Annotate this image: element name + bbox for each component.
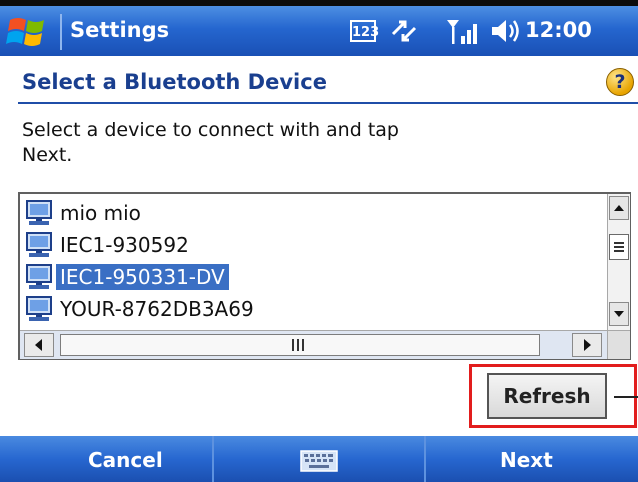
connectivity-icon[interactable]: [387, 16, 421, 50]
device-list-items: mio mio IEC1-930592 IEC1-950331-DV YOUR-…: [20, 194, 607, 330]
title-bar: Settings 123 12:00: [0, 6, 638, 56]
scroll-down-button[interactable]: [609, 302, 629, 326]
signal-strength-icon[interactable]: [445, 16, 481, 52]
softkey-separator: [424, 436, 426, 482]
device-list-item-selected[interactable]: IEC1-950331-DV: [24, 262, 229, 292]
device-name: mio mio: [60, 201, 141, 225]
computer-icon: [26, 264, 52, 289]
softkey-separator: [212, 436, 214, 482]
speaker-icon[interactable]: [490, 16, 522, 50]
device-list-item[interactable]: mio mio: [24, 198, 145, 228]
vertical-scroll-thumb[interactable]: [609, 234, 629, 260]
scrollbar-corner: [607, 330, 630, 359]
refresh-button[interactable]: Refresh: [487, 373, 607, 419]
scroll-right-button[interactable]: [572, 333, 602, 357]
next-softkey[interactable]: Next: [500, 448, 553, 472]
device-name: IEC1-950331-DV: [56, 264, 229, 290]
help-icon[interactable]: ?: [606, 68, 634, 96]
device-list[interactable]: mio mio IEC1-930592 IEC1-950331-DV YOUR-…: [18, 192, 631, 360]
device-name: YOUR-8762DB3A69: [60, 297, 254, 321]
softkey-bar: Cancel Next: [0, 436, 638, 482]
header-divider: [18, 102, 638, 104]
page-header: Select a Bluetooth Device ?: [0, 56, 638, 106]
input-mode-indicator[interactable]: 123: [350, 20, 379, 42]
device-list-item[interactable]: YOUR-8762DB3A69: [24, 294, 258, 324]
instruction-text: Select a device to connect with and tap …: [22, 119, 399, 166]
app-title: Settings: [70, 18, 170, 42]
device-list-item[interactable]: IEC1-930592: [24, 230, 193, 260]
computer-icon: [26, 296, 52, 321]
keyboard-icon[interactable]: [300, 450, 338, 472]
scroll-up-button[interactable]: [609, 196, 629, 220]
vertical-scrollbar[interactable]: [607, 194, 630, 330]
device-name: IEC1-930592: [60, 233, 189, 257]
windows-start-icon[interactable]: [6, 14, 50, 50]
cancel-softkey[interactable]: Cancel: [88, 448, 163, 472]
scroll-left-button[interactable]: [24, 333, 54, 357]
clock[interactable]: 12:00: [525, 18, 592, 42]
horizontal-scrollbar[interactable]: [20, 330, 607, 359]
title-separator: [60, 14, 62, 50]
computer-icon: [26, 232, 52, 257]
computer-icon: [26, 200, 52, 225]
horizontal-scroll-thumb[interactable]: [60, 334, 540, 356]
page-title: Select a Bluetooth Device: [22, 70, 327, 94]
callout-line: [614, 396, 638, 398]
